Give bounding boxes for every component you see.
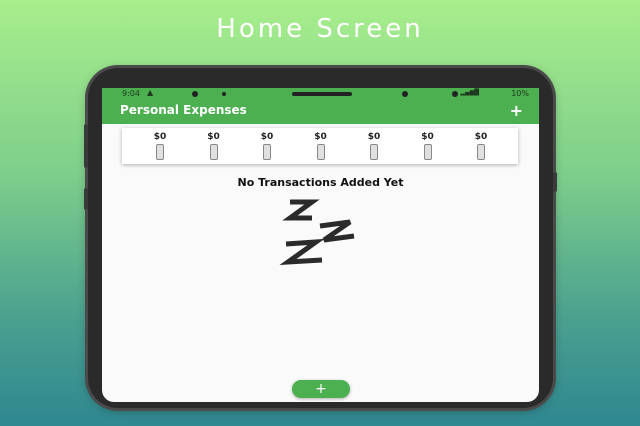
signal-icon: ▂▄▆█ [460, 89, 479, 96]
phone-frame: 9:04 ▲ ▂▄▆█ 10% Personal Expenses + $0 $0… [84, 68, 557, 408]
app-bar: Personal Expenses + [102, 100, 539, 124]
status-time: 9:04 [122, 89, 140, 98]
chart-bar-track [156, 144, 164, 160]
fab-add-button[interactable]: + [292, 380, 350, 398]
status-battery: 10% [511, 89, 529, 98]
weekly-chart: $0 $0 $0 $0 $0 $0 $0 [122, 128, 518, 164]
chart-bar-track [477, 144, 485, 160]
chart-bar-amount: $0 [153, 132, 167, 142]
warning-icon: ▲ [147, 88, 154, 97]
bixby-button [84, 188, 88, 210]
chart-bar-column: $0 [461, 128, 501, 164]
chart-bar-track [370, 144, 378, 160]
chart-bar-track [263, 144, 271, 160]
chart-bar-track [423, 144, 432, 160]
chart-bar-column: $0 [354, 128, 394, 164]
chart-bar-column: $0 [194, 128, 234, 164]
chart-bar-amount: $0 [421, 132, 434, 142]
z-letter-medium [319, 219, 355, 243]
screen: 9:04 ▲ ▂▄▆█ 10% Personal Expenses + $0 $0… [102, 88, 539, 402]
chart-bar-amount: $0 [260, 132, 274, 142]
status-bar: 9:04 ▲ ▂▄▆█ 10% [102, 88, 539, 100]
empty-state-message: No Transactions Added Yet [237, 176, 404, 189]
banner-title: Home Screen [216, 14, 424, 44]
power-button [553, 172, 557, 192]
chart-bar-amount: $0 [314, 132, 327, 142]
chart-bar-amount: $0 [367, 132, 381, 142]
volume-button [84, 124, 88, 168]
app-title: Personal Expenses [120, 103, 247, 117]
z-letter-large [282, 199, 320, 221]
chart-bar-track [316, 144, 325, 160]
add-transaction-button[interactable]: + [510, 101, 523, 120]
chart-bar-amount: $0 [207, 132, 220, 142]
chart-bar-column: $0 [140, 128, 180, 164]
z-letter-small [279, 238, 325, 266]
sleeping-zzz-image [279, 199, 355, 266]
chart-bar-column: $0 [301, 128, 341, 164]
chart-bar-column: $0 [247, 128, 287, 164]
chart-bar-column: $0 [408, 128, 448, 164]
chart-bar-track [209, 144, 218, 160]
chart-bar-amount: $0 [474, 132, 488, 142]
